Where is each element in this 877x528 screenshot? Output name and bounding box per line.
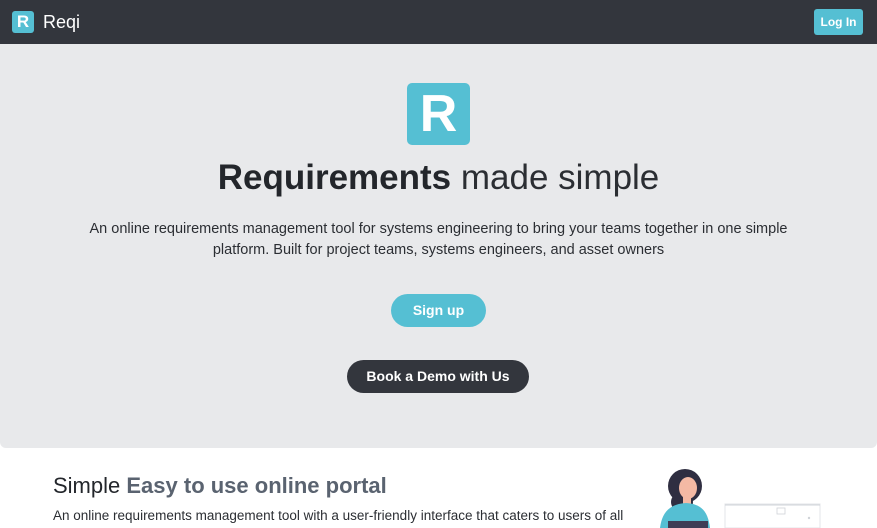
hero-title-strong: Requirements [217,158,452,197]
book-demo-button[interactable]: Book a Demo with Us [347,360,529,393]
brand-name: Reqi [43,12,81,32]
signup-button[interactable]: Sign up [391,294,486,327]
top-navbar: R Reqi Log In [0,0,877,44]
hero-section: R Requirements made simple An online req… [0,44,877,448]
login-button[interactable]: Log In [814,9,863,35]
hero-title: Requirements made simple [0,156,877,200]
brand[interactable]: R Reqi [12,11,80,33]
feature-title-accent: Easy to use online portal [126,473,387,498]
hero-logo-icon: R [407,83,470,145]
person-with-laptop-illustration-icon [660,469,821,528]
hero-description: An online requirements management tool f… [89,221,788,258]
feature-title: Simple Easy to use online portal [53,472,387,500]
feature-title-strong: Simple [53,473,121,498]
brand-logo-icon: R [12,11,34,33]
feature-description: An online requirements management tool w… [53,508,624,523]
hero-title-light: made simple [460,158,660,197]
